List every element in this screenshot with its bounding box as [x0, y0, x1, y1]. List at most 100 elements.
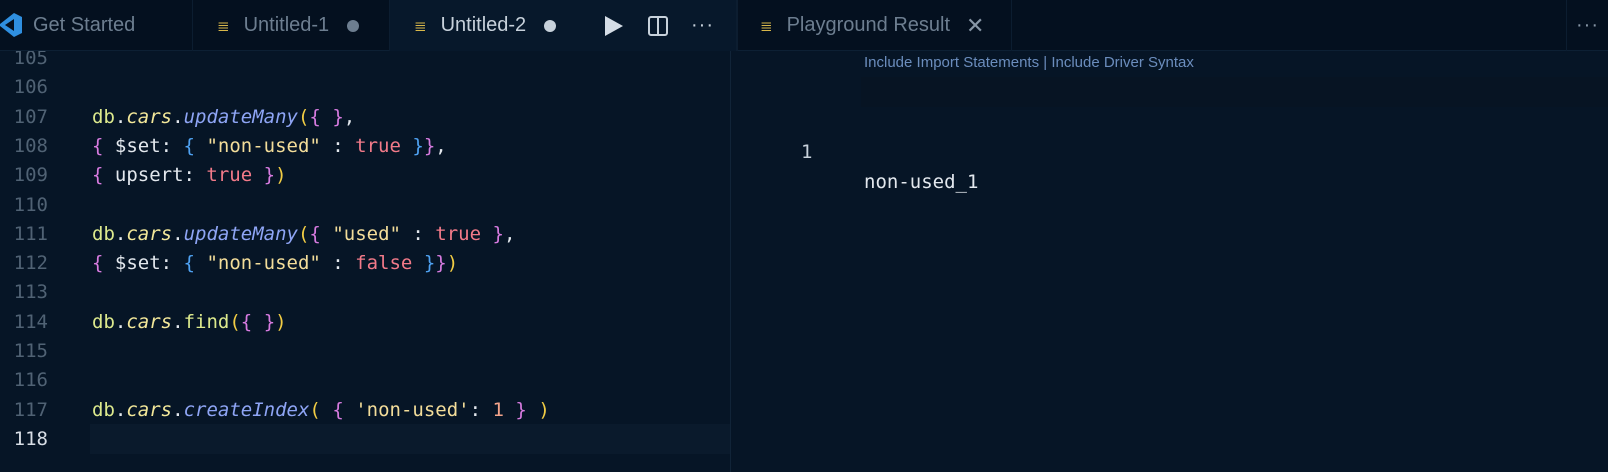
code-token: "used": [332, 222, 401, 245]
code-token: "non-used": [206, 134, 321, 157]
code-text: db.cars.updateMany({ "used" : true },: [92, 219, 515, 249]
code-token: .: [172, 398, 184, 421]
code-line[interactable]: 106: [0, 72, 730, 102]
playground-result-pane[interactable]: Include Import Statements | Include Driv…: [731, 51, 1608, 472]
run-playground-button[interactable]: [601, 14, 625, 38]
code-token: db: [92, 105, 115, 128]
code-token: ,: [503, 222, 516, 245]
line-number: 110: [13, 193, 48, 216]
code-line[interactable]: 117 db.cars.createIndex( { 'non-used': 1 …: [0, 395, 730, 425]
vscode-logo-icon: [0, 13, 22, 37]
code-line[interactable]: 110: [0, 190, 730, 220]
split-editor-icon: [648, 15, 668, 36]
code-token: ,: [435, 134, 447, 157]
line-number: 118: [13, 427, 48, 450]
code-token: .: [114, 310, 127, 333]
code-token: ): [275, 310, 287, 333]
tab-label: Untitled-1: [243, 14, 330, 36]
code-line[interactable]: 114 db.cars.find({ }): [0, 307, 730, 337]
file-icon: ≣: [217, 17, 230, 35]
code-token: }: [412, 134, 424, 157]
code-token: }: [332, 105, 344, 128]
code-text: { $set: { "non-used" : false }}): [92, 248, 458, 278]
code-token: db: [92, 222, 115, 245]
codelens-include-options[interactable]: Include Import Statements | Include Driv…: [864, 54, 1194, 71]
split-editor-button[interactable]: [647, 15, 669, 37]
current-line-highlight: [861, 77, 1608, 107]
tab-untitled-1[interactable]: ≣ Untitled-1: [193, 0, 390, 51]
code-line[interactable]: 116: [0, 365, 730, 395]
code-token: "non-used": [206, 252, 321, 275]
code-line[interactable]: 115: [0, 336, 730, 366]
more-actions-icon[interactable]: ···: [691, 14, 714, 37]
line-number: 117: [13, 398, 48, 421]
close-icon[interactable]: ✕: [966, 13, 984, 39]
code-token: cars: [126, 398, 173, 421]
result-line: 1 non-used_1: [731, 77, 1608, 193]
code-token: {: [309, 105, 321, 128]
line-number: 108: [13, 134, 48, 157]
editor-actions: ···: [601, 0, 736, 51]
tab-label: Get Started: [33, 14, 136, 36]
code-token: (: [297, 105, 310, 128]
code-line[interactable]: 108 { $set: { "non-used" : true }},: [0, 131, 730, 161]
more-actions-icon[interactable]: ···: [1566, 0, 1608, 51]
code-line[interactable]: 109 { upsert: true }): [0, 160, 730, 190]
code-token: }: [263, 310, 276, 333]
code-token: :: [400, 222, 436, 245]
code-line[interactable]: 118: [0, 423, 730, 454]
code-line[interactable]: 113: [0, 277, 730, 307]
code-token: $set:: [103, 252, 184, 275]
code-token: $set:: [103, 134, 184, 157]
code-token: (: [229, 310, 241, 333]
code-text: db.cars.find({ }): [92, 307, 287, 337]
code-token: .: [114, 222, 127, 245]
code-token: (: [309, 398, 321, 421]
code-token: cars: [126, 105, 173, 128]
code-line[interactable]: 112 { $set: { "non-used" : false }}): [0, 248, 730, 278]
code-token: ): [538, 398, 550, 421]
code-token: ): [446, 252, 459, 275]
code-token: cars: [126, 310, 173, 333]
code-line[interactable]: 105: [0, 51, 730, 73]
line-number: 109: [13, 164, 48, 187]
code-token: (: [297, 222, 310, 245]
file-icon: ≣: [760, 17, 773, 35]
tab-playground-result[interactable]: ≣ Playground Result ✕: [737, 0, 1012, 51]
play-icon: [605, 15, 623, 36]
code-token: :: [469, 398, 493, 421]
code-line[interactable]: 107 db.cars.updateMany({ },: [0, 102, 730, 132]
code-token: 1: [492, 398, 504, 421]
line-number: 1: [801, 141, 813, 163]
code-token: 'non-used': [355, 398, 470, 421]
line-number: 115: [13, 340, 48, 362]
line-number: 106: [13, 76, 48, 99]
unsaved-dot-icon[interactable]: [347, 19, 360, 32]
code-token: true: [206, 164, 253, 187]
file-icon: ≣: [414, 17, 427, 35]
code-token: ,: [343, 105, 356, 128]
code-token: {: [183, 252, 195, 275]
code-line[interactable]: 111 db.cars.updateMany({ "used" : true },: [0, 219, 730, 249]
code-editor[interactable]: 105 106 107 db.cars.updateMany({ }, 108{ $se…: [0, 51, 730, 472]
code-text: db.cars.updateMany({ },: [92, 102, 355, 132]
unsaved-dot-icon[interactable]: [544, 19, 557, 32]
result-value: non-used_1: [864, 171, 979, 193]
tab-get-started[interactable]: Get Started: [0, 0, 193, 51]
line-number: 113: [13, 281, 48, 304]
line-number: 107: [13, 105, 48, 128]
code-token: .: [114, 105, 127, 128]
code-token: false: [355, 252, 413, 275]
code-token: }: [492, 222, 504, 245]
code-token: }: [263, 164, 276, 187]
code-token: .: [172, 105, 184, 128]
